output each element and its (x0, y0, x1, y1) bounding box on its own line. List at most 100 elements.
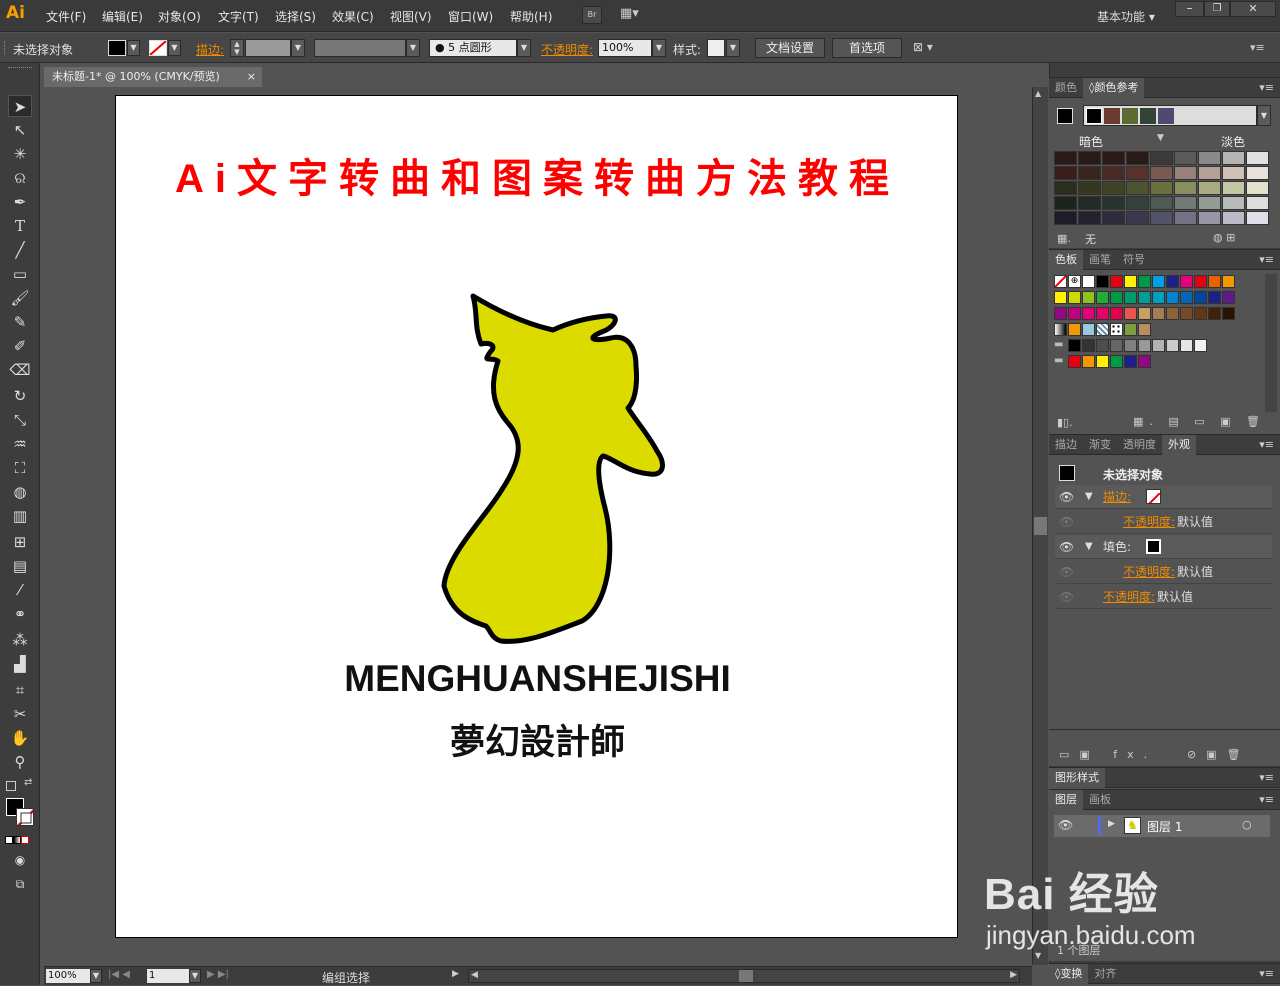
swatch[interactable] (1068, 355, 1081, 368)
swatch[interactable] (1082, 275, 1095, 288)
gradient-tool-icon[interactable]: ▤ (8, 555, 32, 577)
selection-tool-icon[interactable]: ➤ (8, 95, 32, 117)
visibility-eye-icon[interactable]: 👁 (1059, 485, 1074, 509)
swatch[interactable] (1180, 307, 1193, 320)
swatch-none[interactable] (1054, 275, 1067, 288)
tab-artboards[interactable]: 画板 (1083, 790, 1117, 810)
swatches-menu-icon[interactable]: ▾≡ (1259, 250, 1274, 270)
guide-swatch[interactable] (1174, 151, 1197, 165)
hscroll-thumb[interactable] (739, 970, 753, 982)
menu-view[interactable]: 视图(V) (390, 8, 432, 25)
guide-swatch[interactable] (1150, 151, 1173, 165)
direct-selection-tool-icon[interactable]: ↖ (8, 119, 32, 141)
color-variation-grid[interactable] (1054, 151, 1272, 227)
guide-swatch[interactable] (1150, 166, 1173, 180)
visibility-eye-icon[interactable]: 👁 (1059, 535, 1074, 559)
swatch-grid[interactable]: ⊕ ▬ ▬ (1054, 275, 1264, 415)
stroke-none-swatch[interactable] (149, 40, 167, 56)
fill-dropdown[interactable]: ▼ (127, 40, 140, 56)
guide-swatch[interactable] (1222, 166, 1245, 180)
blob-brush-icon[interactable]: ✐ (8, 335, 32, 357)
guide-swatch[interactable] (1150, 181, 1173, 195)
guide-swatch[interactable] (1198, 196, 1221, 210)
restore-button[interactable]: ❐ (1204, 1, 1230, 17)
swatch[interactable] (1124, 291, 1137, 304)
scroll-left-icon[interactable]: ◀ (471, 970, 478, 980)
guide-swatch[interactable] (1246, 166, 1269, 180)
guide-swatch[interactable] (1174, 166, 1197, 180)
scroll-thumb[interactable] (1034, 517, 1047, 535)
guide-swatch[interactable] (1198, 181, 1221, 195)
tab-stroke[interactable]: 描边 (1049, 435, 1083, 455)
rotate-tool-icon[interactable]: ↻ (8, 385, 32, 407)
close-window-button[interactable]: ✕ (1230, 1, 1276, 17)
expand-arrow-icon[interactable]: ▼ (1085, 485, 1093, 509)
tab-layers[interactable]: 图层 (1049, 790, 1083, 810)
style-dropdown[interactable]: ▼ (726, 39, 740, 57)
status-menu-arrow[interactable]: ▶ (452, 969, 459, 979)
guide-swatch[interactable] (1246, 211, 1269, 225)
swatch-gradient[interactable] (1054, 323, 1067, 336)
zoom-field[interactable]: 100% (46, 969, 90, 983)
tab-swatches[interactable]: 色板 (1049, 250, 1083, 270)
swatch[interactable] (1068, 323, 1081, 336)
tab-gradient[interactable]: 渐变 (1083, 435, 1117, 455)
swatch-pattern[interactable] (1110, 323, 1123, 336)
zoom-tool-icon[interactable]: ⚲ (8, 751, 32, 773)
scroll-down-icon[interactable]: ▼ (1035, 951, 1041, 960)
swatch[interactable] (1180, 275, 1193, 288)
expand-arrow-icon[interactable]: ▼ (1085, 535, 1093, 559)
swatch[interactable] (1054, 307, 1067, 320)
stroke-weight-stepper[interactable]: ▲ ▼ (230, 39, 244, 57)
tab-align[interactable]: 对齐 (1088, 964, 1122, 984)
tab-transparency[interactable]: 透明度 (1117, 435, 1162, 455)
hand-tool-icon[interactable]: ✋ (8, 727, 32, 749)
zoom-dropdown[interactable]: ▼ (90, 969, 102, 983)
swatch[interactable] (1166, 307, 1179, 320)
menu-file[interactable]: 文件(F) (46, 8, 86, 25)
visibility-eye-icon[interactable]: 👁 (1059, 510, 1074, 534)
guide-swatch[interactable] (1054, 211, 1077, 225)
symbol-sprayer-icon[interactable]: ⁂ (8, 629, 32, 651)
appearance-menu-icon[interactable]: ▾≡ (1259, 435, 1274, 455)
guide-swatch[interactable] (1102, 166, 1125, 180)
swatch-registration[interactable]: ⊕ (1068, 275, 1081, 288)
stroke-weight-dropdown[interactable]: ▼ (291, 39, 305, 57)
fill-row-swatch[interactable] (1146, 539, 1161, 554)
swatch[interactable] (1082, 323, 1095, 336)
swap-colors-icon[interactable]: ⇄ (24, 777, 32, 788)
scale-tool-icon[interactable]: ⤡ (8, 409, 32, 431)
menu-help[interactable]: 帮助(H) (510, 8, 552, 25)
guide-swatch[interactable] (1102, 211, 1125, 225)
pen-tool-icon[interactable]: ✒ (8, 191, 32, 213)
swatch-group-folder-icon[interactable]: ▬ (1054, 339, 1067, 352)
tab-appearance[interactable]: 外观 (1162, 435, 1196, 455)
menu-effect[interactable]: 效果(C) (332, 8, 374, 25)
column-graph-icon[interactable]: ▟ (8, 653, 32, 675)
swatch-group-folder-icon[interactable]: ▬ (1054, 355, 1067, 368)
layer-expand-icon[interactable]: ▶ (1108, 819, 1115, 829)
swatch[interactable] (1194, 275, 1207, 288)
shape-builder-icon[interactable]: ◍ (8, 481, 32, 503)
first-artboard-icon[interactable]: |◀ ◀ (108, 969, 130, 980)
menu-select[interactable]: 选择(S) (275, 8, 316, 25)
swatch[interactable] (1194, 291, 1207, 304)
opacity-label[interactable]: 不透明度: (541, 41, 593, 58)
last-artboard-icon[interactable]: ▶ ▶| (207, 969, 229, 980)
guide-swatch[interactable] (1198, 151, 1221, 165)
swatch-library-icon[interactable]: ▮▯. (1057, 416, 1073, 429)
stroke-color-box[interactable] (16, 808, 34, 826)
appearance-actions-icons[interactable]: ▭▣ fx. (1059, 748, 1157, 761)
free-transform-icon[interactable]: ⛶ (8, 457, 32, 479)
guide-swatch[interactable] (1102, 196, 1125, 210)
pencil-icon[interactable]: ✎ (8, 311, 32, 333)
variation-dropdown-icon[interactable]: ▼ (1157, 133, 1164, 143)
eyedropper-icon[interactable]: ⁄ (8, 579, 32, 601)
artboard-number-field[interactable]: 1 (147, 969, 189, 983)
swatch[interactable] (1124, 307, 1137, 320)
guide-swatch[interactable] (1198, 211, 1221, 225)
guide-swatch[interactable] (1102, 181, 1125, 195)
swatch[interactable] (1082, 291, 1095, 304)
drawing-mode-icon[interactable]: ◉ (8, 849, 32, 871)
swatch[interactable] (1138, 323, 1151, 336)
